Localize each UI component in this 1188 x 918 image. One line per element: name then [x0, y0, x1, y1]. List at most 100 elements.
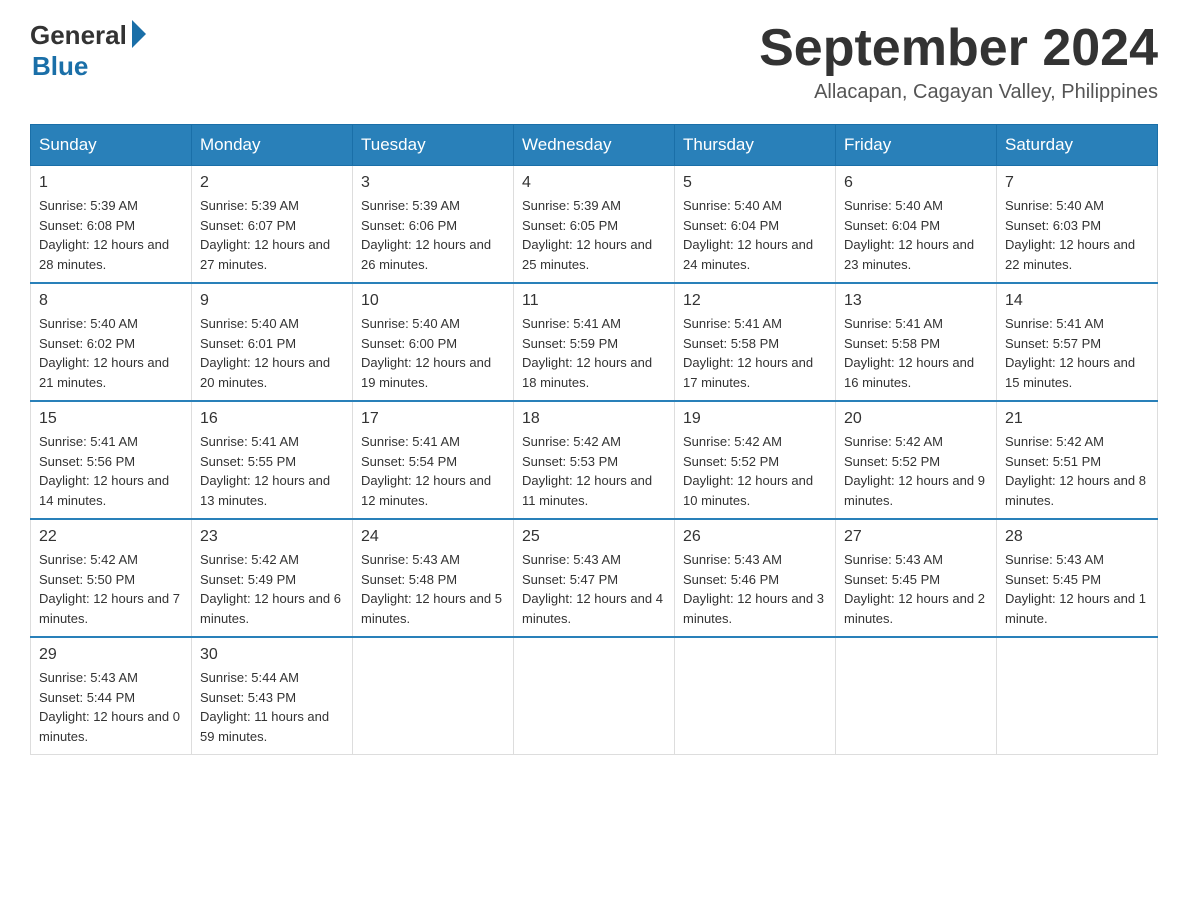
- day-info: Sunrise: 5:41 AM Sunset: 5:58 PM Dayligh…: [683, 314, 827, 392]
- logo: General Blue: [30, 20, 146, 82]
- calendar-header-row: Sunday Monday Tuesday Wednesday Thursday…: [31, 125, 1158, 166]
- month-title: September 2024: [759, 20, 1158, 77]
- day-info: Sunrise: 5:43 AM Sunset: 5:45 PM Dayligh…: [844, 550, 988, 628]
- day-info: Sunrise: 5:40 AM Sunset: 6:01 PM Dayligh…: [200, 314, 344, 392]
- calendar-week-row: 22 Sunrise: 5:42 AM Sunset: 5:50 PM Dayl…: [31, 519, 1158, 637]
- sunrise-label: Sunrise: 5:41 AM: [39, 434, 138, 449]
- daylight-label: Daylight: 12 hours and 2 minutes.: [844, 591, 985, 626]
- day-number: 13: [844, 292, 988, 310]
- sunset-label: Sunset: 5:57 PM: [1005, 336, 1101, 351]
- sunrise-label: Sunrise: 5:43 AM: [844, 552, 943, 567]
- day-number: 7: [1005, 174, 1149, 192]
- table-row: 17 Sunrise: 5:41 AM Sunset: 5:54 PM Dayl…: [353, 401, 514, 519]
- table-row: 12 Sunrise: 5:41 AM Sunset: 5:58 PM Dayl…: [675, 283, 836, 401]
- col-thursday: Thursday: [675, 125, 836, 166]
- day-number: 28: [1005, 528, 1149, 546]
- day-number: 17: [361, 410, 505, 428]
- day-info: Sunrise: 5:41 AM Sunset: 5:58 PM Dayligh…: [844, 314, 988, 392]
- calendar-week-row: 15 Sunrise: 5:41 AM Sunset: 5:56 PM Dayl…: [31, 401, 1158, 519]
- table-row: 19 Sunrise: 5:42 AM Sunset: 5:52 PM Dayl…: [675, 401, 836, 519]
- day-number: 1: [39, 174, 183, 192]
- day-info: Sunrise: 5:43 AM Sunset: 5:48 PM Dayligh…: [361, 550, 505, 628]
- daylight-label: Daylight: 12 hours and 21 minutes.: [39, 355, 169, 390]
- table-row: 20 Sunrise: 5:42 AM Sunset: 5:52 PM Dayl…: [836, 401, 997, 519]
- day-number: 2: [200, 174, 344, 192]
- col-friday: Friday: [836, 125, 997, 166]
- table-row: 21 Sunrise: 5:42 AM Sunset: 5:51 PM Dayl…: [997, 401, 1158, 519]
- daylight-label: Daylight: 12 hours and 18 minutes.: [522, 355, 652, 390]
- table-row: 28 Sunrise: 5:43 AM Sunset: 5:45 PM Dayl…: [997, 519, 1158, 637]
- sunrise-label: Sunrise: 5:41 AM: [683, 316, 782, 331]
- day-info: Sunrise: 5:42 AM Sunset: 5:53 PM Dayligh…: [522, 432, 666, 510]
- calendar-week-row: 29 Sunrise: 5:43 AM Sunset: 5:44 PM Dayl…: [31, 637, 1158, 755]
- sunset-label: Sunset: 5:58 PM: [683, 336, 779, 351]
- sunrise-label: Sunrise: 5:43 AM: [1005, 552, 1104, 567]
- table-row: 9 Sunrise: 5:40 AM Sunset: 6:01 PM Dayli…: [192, 283, 353, 401]
- sunset-label: Sunset: 5:50 PM: [39, 572, 135, 587]
- sunrise-label: Sunrise: 5:41 AM: [1005, 316, 1104, 331]
- day-info: Sunrise: 5:39 AM Sunset: 6:05 PM Dayligh…: [522, 196, 666, 274]
- sunrise-label: Sunrise: 5:41 AM: [522, 316, 621, 331]
- sunrise-label: Sunrise: 5:42 AM: [683, 434, 782, 449]
- day-info: Sunrise: 5:41 AM Sunset: 5:59 PM Dayligh…: [522, 314, 666, 392]
- sunrise-label: Sunrise: 5:40 AM: [844, 198, 943, 213]
- sunset-label: Sunset: 6:05 PM: [522, 218, 618, 233]
- sunset-label: Sunset: 6:04 PM: [683, 218, 779, 233]
- day-number: 24: [361, 528, 505, 546]
- day-info: Sunrise: 5:42 AM Sunset: 5:51 PM Dayligh…: [1005, 432, 1149, 510]
- table-row: 1 Sunrise: 5:39 AM Sunset: 6:08 PM Dayli…: [31, 166, 192, 284]
- day-info: Sunrise: 5:43 AM Sunset: 5:47 PM Dayligh…: [522, 550, 666, 628]
- table-row: 15 Sunrise: 5:41 AM Sunset: 5:56 PM Dayl…: [31, 401, 192, 519]
- sunrise-label: Sunrise: 5:43 AM: [361, 552, 460, 567]
- daylight-label: Daylight: 12 hours and 5 minutes.: [361, 591, 502, 626]
- day-number: 18: [522, 410, 666, 428]
- table-row: [353, 637, 514, 755]
- table-row: 11 Sunrise: 5:41 AM Sunset: 5:59 PM Dayl…: [514, 283, 675, 401]
- daylight-label: Daylight: 12 hours and 27 minutes.: [200, 237, 330, 272]
- daylight-label: Daylight: 12 hours and 19 minutes.: [361, 355, 491, 390]
- sunrise-label: Sunrise: 5:42 AM: [844, 434, 943, 449]
- sunset-label: Sunset: 5:46 PM: [683, 572, 779, 587]
- daylight-label: Daylight: 12 hours and 6 minutes.: [200, 591, 341, 626]
- table-row: 7 Sunrise: 5:40 AM Sunset: 6:03 PM Dayli…: [997, 166, 1158, 284]
- sunset-label: Sunset: 6:04 PM: [844, 218, 940, 233]
- logo-general-text: General: [30, 20, 127, 51]
- day-number: 20: [844, 410, 988, 428]
- day-info: Sunrise: 5:39 AM Sunset: 6:08 PM Dayligh…: [39, 196, 183, 274]
- calendar-week-row: 1 Sunrise: 5:39 AM Sunset: 6:08 PM Dayli…: [31, 166, 1158, 284]
- table-row: 8 Sunrise: 5:40 AM Sunset: 6:02 PM Dayli…: [31, 283, 192, 401]
- daylight-label: Daylight: 12 hours and 13 minutes.: [200, 473, 330, 508]
- day-number: 21: [1005, 410, 1149, 428]
- day-number: 9: [200, 292, 344, 310]
- sunset-label: Sunset: 5:58 PM: [844, 336, 940, 351]
- col-wednesday: Wednesday: [514, 125, 675, 166]
- sunset-label: Sunset: 5:49 PM: [200, 572, 296, 587]
- sunrise-label: Sunrise: 5:42 AM: [522, 434, 621, 449]
- daylight-label: Daylight: 12 hours and 25 minutes.: [522, 237, 652, 272]
- day-number: 3: [361, 174, 505, 192]
- daylight-label: Daylight: 12 hours and 9 minutes.: [844, 473, 985, 508]
- daylight-label: Daylight: 12 hours and 0 minutes.: [39, 709, 180, 744]
- sunrise-label: Sunrise: 5:40 AM: [361, 316, 460, 331]
- table-row: [997, 637, 1158, 755]
- sunset-label: Sunset: 5:52 PM: [683, 454, 779, 469]
- table-row: [514, 637, 675, 755]
- calendar-week-row: 8 Sunrise: 5:40 AM Sunset: 6:02 PM Dayli…: [31, 283, 1158, 401]
- col-saturday: Saturday: [997, 125, 1158, 166]
- day-number: 16: [200, 410, 344, 428]
- day-info: Sunrise: 5:43 AM Sunset: 5:45 PM Dayligh…: [1005, 550, 1149, 628]
- sunrise-label: Sunrise: 5:41 AM: [844, 316, 943, 331]
- sunrise-label: Sunrise: 5:43 AM: [683, 552, 782, 567]
- title-section: September 2024 Allacapan, Cagayan Valley…: [759, 20, 1158, 104]
- sunset-label: Sunset: 5:56 PM: [39, 454, 135, 469]
- sunset-label: Sunset: 6:07 PM: [200, 218, 296, 233]
- table-row: 29 Sunrise: 5:43 AM Sunset: 5:44 PM Dayl…: [31, 637, 192, 755]
- sunrise-label: Sunrise: 5:42 AM: [200, 552, 299, 567]
- sunset-label: Sunset: 5:47 PM: [522, 572, 618, 587]
- daylight-label: Daylight: 12 hours and 14 minutes.: [39, 473, 169, 508]
- sunset-label: Sunset: 5:44 PM: [39, 690, 135, 705]
- sunset-label: Sunset: 6:06 PM: [361, 218, 457, 233]
- day-number: 6: [844, 174, 988, 192]
- sunset-label: Sunset: 5:52 PM: [844, 454, 940, 469]
- daylight-label: Daylight: 12 hours and 23 minutes.: [844, 237, 974, 272]
